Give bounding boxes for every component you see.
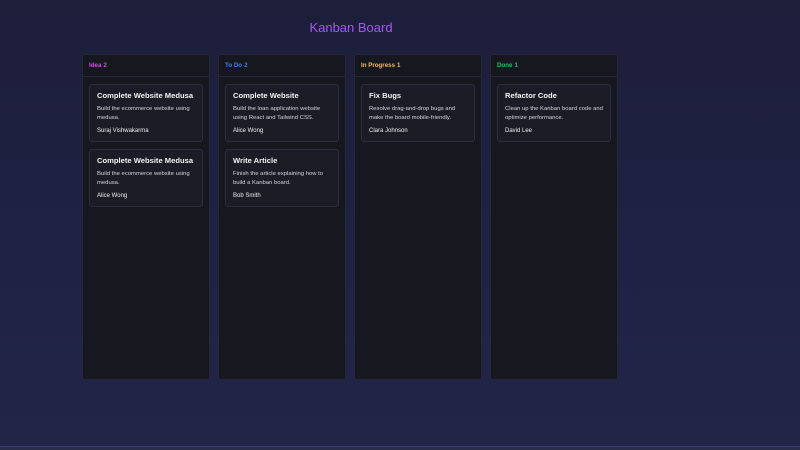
card-assignee: Alice Wong bbox=[233, 128, 264, 134]
card-assignee: Clara Johnson bbox=[369, 128, 408, 134]
column-name: To Do bbox=[225, 62, 243, 69]
card-title: Refactor Code bbox=[505, 91, 557, 100]
column-count: 1 bbox=[514, 62, 518, 69]
column-name: In Progress bbox=[361, 62, 396, 69]
page-title: Kanban Board bbox=[309, 20, 393, 35]
column-idea: Idea 2 Complete Website Medusa Build the… bbox=[82, 54, 210, 380]
card-list: Fix Bugs Resolve drag-and-drop bugs and … bbox=[355, 77, 481, 142]
kanban-page: Kanban Board Idea 2 Complete Website Med… bbox=[0, 0, 800, 450]
column-count: 1 bbox=[397, 62, 401, 69]
card-description: Clean up the Kanban board code and optim… bbox=[505, 106, 603, 121]
column-count: 2 bbox=[244, 62, 248, 69]
card-description: Resolve drag-and-drop bugs and make the … bbox=[369, 106, 456, 121]
task-card[interactable]: Complete Website Medusa Build the ecomme… bbox=[89, 149, 203, 207]
card-assignee: Bob Smith bbox=[233, 193, 261, 199]
task-card[interactable]: Fix Bugs Resolve drag-and-drop bugs and … bbox=[361, 84, 475, 142]
card-assignee: David Lee bbox=[505, 128, 533, 134]
card-title: Write Article bbox=[233, 156, 278, 165]
column-header-in-progress: In Progress 1 bbox=[355, 55, 481, 77]
task-card[interactable]: Complete Website Medusa Build the ecomme… bbox=[89, 84, 203, 142]
card-title: Complete Website Medusa bbox=[97, 91, 194, 100]
column-in-progress: In Progress 1 Fix Bugs Resolve drag-and-… bbox=[354, 54, 482, 380]
card-description: Build the loan application website using… bbox=[233, 106, 321, 121]
column-count: 2 bbox=[103, 62, 107, 69]
bottom-scrollbar[interactable] bbox=[0, 446, 800, 450]
card-description: Build the ecommerce website using medusa… bbox=[97, 171, 190, 186]
task-card[interactable]: Write Article Finish the article explain… bbox=[225, 149, 339, 207]
task-card[interactable]: Refactor Code Clean up the Kanban board … bbox=[497, 84, 611, 142]
card-list: Complete Website Medusa Build the ecomme… bbox=[83, 77, 209, 207]
board-columns: Idea 2 Complete Website Medusa Build the… bbox=[82, 54, 618, 380]
card-list: Refactor Code Clean up the Kanban board … bbox=[491, 77, 617, 142]
card-assignee: Suraj Vishwakarma bbox=[97, 128, 149, 134]
card-assignee: Alice Wong bbox=[97, 193, 128, 199]
card-title: Complete Website bbox=[233, 91, 299, 100]
column-done: Done 1 Refactor Code Clean up the Kanban… bbox=[490, 54, 618, 380]
task-card[interactable]: Complete Website Build the loan applicat… bbox=[225, 84, 339, 142]
column-to-do: To Do 2 Complete Website Build the loan … bbox=[218, 54, 346, 380]
column-name: Done bbox=[497, 62, 513, 69]
card-list: Complete Website Build the loan applicat… bbox=[219, 77, 345, 207]
card-title: Fix Bugs bbox=[369, 91, 402, 100]
column-header-to-do: To Do 2 bbox=[219, 55, 345, 77]
column-header-done: Done 1 bbox=[491, 55, 617, 77]
card-description: Finish the article explaining how to bui… bbox=[233, 171, 324, 186]
column-header-idea: Idea 2 bbox=[83, 55, 209, 77]
card-title: Complete Website Medusa bbox=[97, 156, 194, 165]
column-name: Idea bbox=[89, 62, 102, 69]
card-description: Build the ecommerce website using medusa… bbox=[97, 106, 190, 121]
